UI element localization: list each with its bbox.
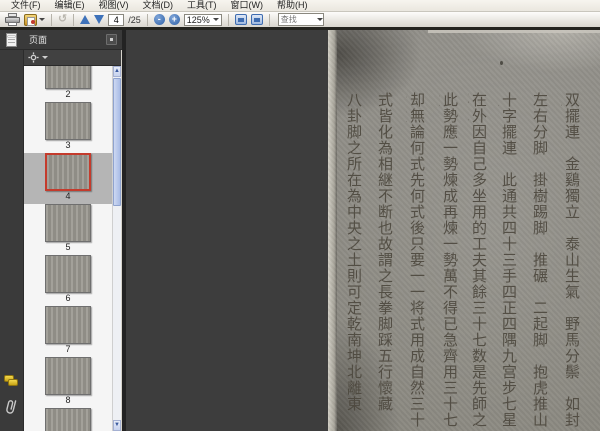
paper-speck [500,61,503,65]
page-thumbnail[interactable] [24,408,112,431]
toolbar-separator [227,13,229,26]
window-body: 页面 2 3 4 5 6 7 8 ▲ ▼ 双擺連 金鷄獨立 泰山生氣 野馬分鬃 … [0,30,600,431]
paper-grain [328,30,600,431]
thumbnail-page-number: 7 [65,344,71,354]
toolbar-separator [268,13,270,26]
thumbnail-page-number: 5 [65,242,71,252]
manuscript-text-column: 式皆化為相継不断也故謂之長拳脚踩五行懷藏 [376,92,392,412]
pages-panel-header: 页面 [0,30,122,50]
menu-item[interactable]: 窗口(W) [224,0,271,11]
panel-title: 页面 [29,35,48,45]
scroll-up-icon[interactable]: ▲ [113,66,121,77]
document-pane[interactable]: 双擺連 金鷄獨立 泰山生氣 野馬分鬃 如封似閉左右分脚 掛樹踢脚 推碾 二起脚 … [126,30,600,431]
thumbnail-page-number: 8 [65,395,71,405]
manuscript-text-column: 在外因自己多坐用的工夫其餘三十七数是先師之傳也 [470,92,486,428]
thumbnail-image[interactable] [45,408,91,431]
chevron-down-icon [212,18,219,21]
thumbnails-area: 2 3 4 5 6 7 8 ▲ ▼ [24,66,121,431]
page-thumbnail[interactable]: 7 [24,306,112,357]
page-thumbnail[interactable]: 4 [24,153,112,204]
menu-item[interactable]: 视图(V) [92,0,136,11]
toolbar-separator [51,13,52,26]
scrollbar-thumb[interactable] [113,78,121,206]
fit-width-icon [234,14,247,25]
thumbnail-page-number: 6 [65,293,71,303]
zoom-level-combo[interactable]: 125% [183,13,222,26]
thumbnail-page-number: 3 [65,140,71,150]
thumbnail-image[interactable] [45,102,91,140]
menu-item[interactable]: 文档(D) [136,0,181,11]
rotate-button-disabled: ↺ [58,13,67,27]
page-thumbnail[interactable]: 5 [24,204,112,255]
rotate-icon: ↺ [58,13,68,25]
thumbnail-image[interactable] [45,66,91,89]
toolbar-separator [146,13,148,26]
comments-icon[interactable] [4,375,19,387]
print-button[interactable] [5,13,20,27]
find-combo[interactable] [277,13,324,26]
pages-icon[interactable] [6,32,17,47]
pdf-reader-window: 文件(F)编辑(E)视图(V)文档(D)工具(T)窗口(W)帮助(H) ↺ /2… [0,0,600,431]
email-button[interactable] [24,13,45,27]
menu-item[interactable]: 文件(F) [4,0,48,11]
page-number-input[interactable] [108,13,125,26]
paper-top-edge [428,30,600,33]
thumbnail-image[interactable] [45,255,91,293]
manuscript-text-column: 却無論何式先何式後只要一一将式用成自然三十七数 [408,92,424,428]
zoom-in-button[interactable]: + [168,13,180,27]
thumbnail-list: 2 3 4 5 6 7 8 [24,66,112,431]
scroll-down-icon[interactable]: ▼ [113,420,121,431]
previous-page-button[interactable] [80,13,91,27]
print-icon [5,13,20,26]
gear-icon[interactable] [28,52,39,63]
thumbnail-page-number: 4 [65,191,71,201]
thumbnail-image[interactable] [45,153,91,191]
thumbnail-image[interactable] [45,306,91,344]
toolbar-separator [73,13,75,26]
email-icon [24,13,37,26]
next-page-button[interactable] [94,13,105,27]
menu-bar: 文件(F) 编辑(E) 视图(V) 文档(D) 工具(T) 窗口(W) 帮助(H) [0,0,600,12]
chevron-down-icon [316,18,323,21]
manuscript-text-column: 十字擺連 此通共四十三手四正四隅九宫步七星八步 [500,92,516,428]
page-thumbnail[interactable]: 2 [24,66,112,102]
thumbnail-page-number: 2 [65,89,71,99]
manuscript-text-column: 双擺連 金鷄獨立 泰山生氣 野馬分鬃 如封似閉 [563,92,579,428]
chevron-down-icon [39,18,45,21]
find-input[interactable] [280,15,315,24]
menu-item[interactable]: 帮助(H) [270,0,315,11]
page-thumbnail[interactable]: 3 [24,102,112,153]
fit-width-button[interactable] [234,13,247,27]
menu-item[interactable]: 工具(T) [180,0,224,11]
panel-tab-strip [0,50,24,431]
chevron-down-icon [42,56,48,59]
manuscript-text-column: 八卦脚之所在為中央之土則可定乾南坤北離東 [345,92,361,412]
main-toolbar: ↺ /25 - + 125% [0,12,600,27]
zoom-level-value: 125% [186,14,210,25]
thumbnail-image[interactable] [45,204,91,242]
zoom-out-icon: - [153,14,165,25]
panel-options-button[interactable] [106,34,117,45]
page-total-label: /25 [128,14,141,25]
fit-page-icon [250,14,263,25]
previous-page-icon [80,15,91,24]
manuscript-text-column: 左右分脚 掛樹踢脚 推碾 二起脚 抱虎推山 [531,92,547,428]
attachments-paperclip-icon[interactable] [5,398,18,421]
scanned-manuscript-page: 双擺連 金鷄獨立 泰山生氣 野馬分鬃 如封似閉左右分脚 掛樹踢脚 推碾 二起脚 … [328,30,600,431]
page-thumbnail[interactable]: 6 [24,255,112,306]
menu-item[interactable]: 编辑(E) [48,0,92,11]
next-page-icon [94,15,105,24]
page-thumbnail[interactable]: 8 [24,357,112,408]
thumbnails-scrollbar[interactable]: ▲ ▼ [112,66,121,431]
thumbnail-image[interactable] [45,357,91,395]
manuscript-text-column: 此勢應一勢煉成再煉一勢萬不得已急齊用三十七数 [441,92,457,428]
zoom-in-icon: + [168,14,180,25]
thumbnails-options-bar [24,50,121,66]
navigation-panel: 页面 2 3 4 5 6 7 8 ▲ ▼ [0,30,122,431]
fit-page-button[interactable] [250,13,263,27]
zoom-out-button[interactable]: - [153,13,165,27]
